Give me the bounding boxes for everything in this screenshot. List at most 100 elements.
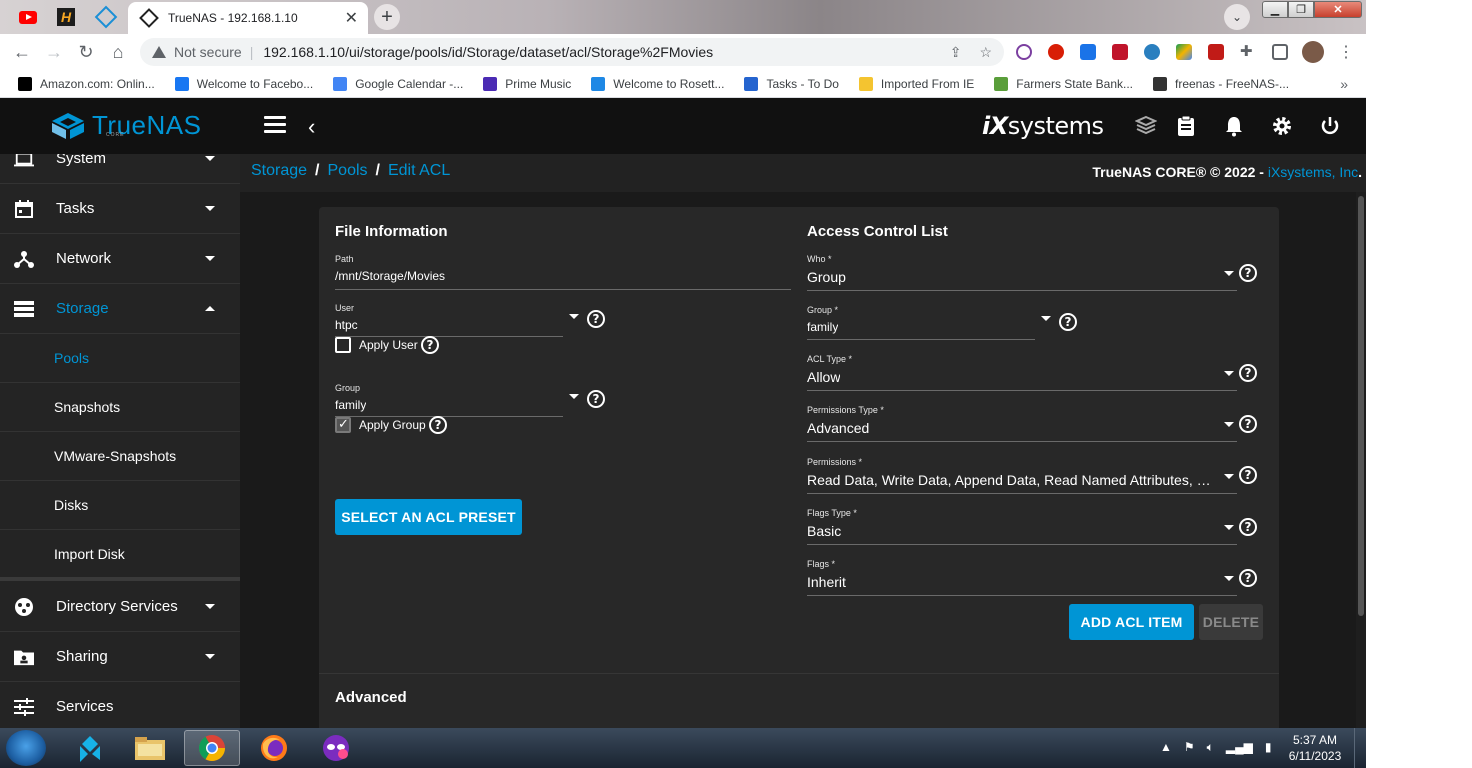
sidebar-item-services[interactable]: Services — [0, 682, 240, 728]
bookmark-item[interactable]: Prime Music — [483, 76, 571, 91]
who-select[interactable]: Who * Group — [807, 254, 1237, 292]
forward-button[interactable]: → — [44, 42, 64, 62]
apply-user-help-icon[interactable]: ? — [421, 336, 439, 354]
sidebar-subitem-pools[interactable]: Pools — [0, 334, 240, 383]
network-signal-icon[interactable]: ▂▄▆ — [1226, 740, 1253, 755]
group-select[interactable]: Group family — [335, 383, 579, 419]
google-drive-icon[interactable] — [1176, 44, 1192, 60]
who-help-icon[interactable]: ? — [1239, 264, 1257, 282]
collapse-sidebar-icon[interactable]: ‹ — [308, 114, 315, 140]
flags-type-help-icon[interactable]: ? — [1239, 518, 1257, 536]
acl-group-select[interactable]: Group * family — [807, 305, 1051, 341]
window-minimize-button[interactable]: ▁ — [1262, 1, 1288, 18]
power-icon[interactable] — [1318, 114, 1342, 138]
back-button[interactable]: ← — [12, 42, 32, 62]
sidebar-subitem-snapshots[interactable]: Snapshots — [0, 383, 240, 432]
add-acl-item-button[interactable]: ADD ACL ITEM — [1069, 604, 1194, 640]
bookmark-item[interactable]: Google Calendar -... — [333, 76, 463, 91]
flags-select[interactable]: Flags * Inherit — [807, 559, 1237, 597]
extension-adblock-icon[interactable] — [1048, 44, 1064, 60]
clipboard-icon[interactable] — [1174, 114, 1198, 138]
sidebar-subitem-import-disk[interactable]: Import Disk — [0, 530, 240, 581]
ixsystems-logo[interactable]: iXsystems — [982, 112, 1104, 140]
bookmarks-overflow-button[interactable]: » — [1340, 76, 1348, 92]
extension-m-icon[interactable] — [1144, 44, 1160, 60]
settings-gear-icon[interactable] — [1270, 114, 1294, 138]
sidebar-item-network[interactable]: Network — [0, 234, 240, 284]
pinned-tab-h[interactable]: H — [54, 6, 78, 28]
permissions-help-icon[interactable]: ? — [1239, 466, 1257, 484]
start-button[interactable] — [6, 730, 46, 766]
sidebar-item-directory-services[interactable]: Directory Services — [0, 582, 240, 632]
truecommand-icon[interactable] — [1134, 114, 1158, 138]
sidebar-item-sharing[interactable]: Sharing — [0, 632, 240, 682]
bookmark-star-icon[interactable]: ☆ — [979, 44, 992, 61]
close-tab-icon[interactable]: ✕ — [345, 8, 358, 28]
address-bar[interactable]: Not secure | 192.168.1.10/ui/storage/poo… — [140, 38, 1004, 66]
user-select[interactable]: User htpc — [335, 303, 579, 339]
extensions-puzzle-icon[interactable]: ✚ — [1240, 42, 1256, 60]
youtube-pinned-tab[interactable] — [16, 6, 40, 28]
page-scrollbar[interactable] — [1356, 192, 1366, 728]
user-help-icon[interactable]: ? — [587, 310, 605, 328]
taskbar-clock[interactable]: 5:37 AM 6/11/2023 — [1278, 732, 1352, 764]
extension-block-icon[interactable] — [1016, 44, 1032, 60]
breadcrumb-pools[interactable]: Pools — [328, 162, 368, 179]
acl-group-help-icon[interactable]: ? — [1059, 313, 1077, 331]
taskbar-kodi[interactable] — [62, 730, 118, 766]
bookmark-item[interactable]: Imported From IE — [858, 76, 974, 91]
window-close-button[interactable]: ✕ — [1314, 1, 1362, 18]
bookmark-item[interactable]: Amazon.com: Onlin... — [18, 76, 155, 91]
tab-search-button[interactable]: ⌄ — [1224, 4, 1250, 30]
side-panel-icon[interactable] — [1272, 44, 1288, 60]
apply-user-checkbox[interactable] — [335, 337, 351, 353]
sidebar-subitem-vmware-snapshots[interactable]: VMware-Snapshots — [0, 432, 240, 481]
group-help-icon[interactable]: ? — [587, 390, 605, 408]
extension-calendar-icon[interactable] — [1080, 44, 1096, 60]
apply-group-help-icon[interactable]: ? — [429, 416, 447, 434]
apply-group-checkbox[interactable] — [335, 416, 351, 433]
show-desktop-button[interactable] — [1354, 728, 1366, 768]
window-restore-button[interactable]: ❐ — [1288, 1, 1314, 18]
bookmark-item[interactable]: freenas - FreeNAS-... — [1153, 76, 1289, 91]
bookmark-item[interactable]: Tasks - To Do — [744, 76, 839, 91]
new-tab-button[interactable]: + — [374, 4, 400, 30]
menu-toggle-icon[interactable] — [264, 116, 286, 134]
taskbar-media-app[interactable] — [308, 730, 364, 766]
truenas-pinned-tab[interactable] — [94, 5, 118, 29]
active-browser-tab[interactable]: TrueNAS - 192.168.1.10 ✕ — [128, 2, 368, 34]
permissions-type-help-icon[interactable]: ? — [1239, 415, 1257, 433]
taskbar-file-explorer[interactable] — [122, 730, 178, 766]
action-center-flag-icon[interactable]: ⚑ — [1184, 740, 1195, 755]
flags-type-select[interactable]: Flags Type * Basic — [807, 508, 1237, 546]
ixsystems-link[interactable]: iXsystems, Inc — [1268, 164, 1358, 180]
taskbar-firefox[interactable] — [246, 730, 302, 766]
power-tray-icon[interactable]: ▮ — [1265, 740, 1272, 755]
permissions-type-select[interactable]: Permissions Type * Advanced — [807, 405, 1237, 443]
browser-menu-icon[interactable]: ⋮ — [1338, 42, 1354, 61]
flags-help-icon[interactable]: ? — [1239, 569, 1257, 587]
profile-avatar[interactable] — [1302, 41, 1324, 63]
breadcrumb-storage[interactable]: Storage — [251, 162, 307, 179]
extension-pdf-icon[interactable] — [1208, 44, 1224, 60]
notifications-bell-icon[interactable] — [1222, 114, 1246, 138]
scrollbar-thumb[interactable] — [1358, 196, 1364, 616]
share-icon[interactable]: ⇪ — [950, 44, 962, 61]
permissions-select[interactable]: Permissions * Read Data, Write Data, App… — [807, 457, 1237, 495]
sidebar-item-tasks[interactable]: Tasks — [0, 184, 240, 234]
sidebar-subitem-disks[interactable]: Disks — [0, 481, 240, 530]
taskbar-chrome[interactable] — [184, 730, 240, 766]
bookmark-item[interactable]: Welcome to Facebo... — [174, 76, 313, 91]
delete-button[interactable]: DELETE — [1199, 604, 1263, 640]
extension-video-icon[interactable] — [1112, 44, 1128, 60]
show-hidden-icons-icon[interactable]: ▲ — [1160, 740, 1172, 755]
home-button[interactable]: ⌂ — [108, 42, 128, 62]
acl-type-select[interactable]: ACL Type * Allow — [807, 354, 1237, 392]
sidebar-item-system[interactable]: System — [0, 154, 240, 184]
select-acl-preset-button[interactable]: SELECT AN ACL PRESET — [335, 499, 522, 535]
sidebar-item-storage[interactable]: Storage — [0, 284, 240, 334]
truenas-logo[interactable]: TrueNAS — [50, 110, 201, 141]
reload-button[interactable]: ↻ — [76, 42, 96, 62]
bookmark-item[interactable]: Welcome to Rosett... — [591, 76, 724, 91]
volume-icon[interactable]: 🔈︎ — [1207, 740, 1214, 755]
